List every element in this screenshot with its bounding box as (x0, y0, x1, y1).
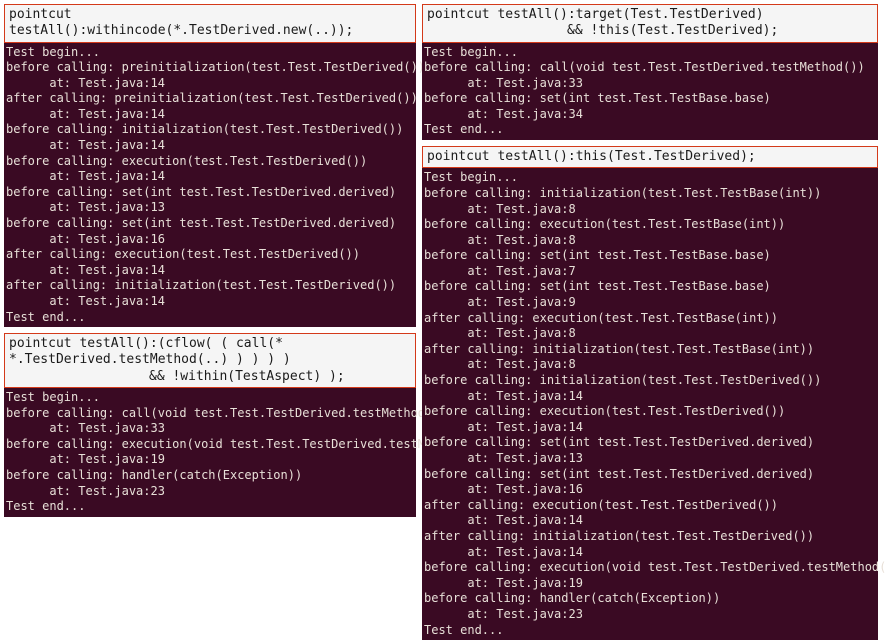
console-line: Test end... (424, 122, 876, 138)
console-line: at: Test.java:8 (424, 202, 876, 218)
header-line: && !this(Test.TestDerived); (427, 23, 873, 39)
console-output: Test begin...before calling: call(void t… (4, 388, 416, 517)
console-line: at: Test.java:34 (424, 107, 876, 123)
header-line: pointcut testAll():withincode(*.TestDeri… (9, 7, 411, 40)
console-line: before calling: set(int test.Test.TestDe… (424, 435, 876, 451)
console-line: at: Test.java:14 (6, 76, 414, 92)
console-line: at: Test.java:19 (424, 576, 876, 592)
console-line: after calling: execution(test.Test.TestD… (6, 247, 414, 263)
console-line: at: Test.java:13 (424, 451, 876, 467)
console-line: before calling: execution(test.Test.Test… (424, 217, 876, 233)
console-line: at: Test.java:14 (424, 545, 876, 561)
console-line: Test end... (6, 310, 414, 326)
console-line: before calling: preinitialization(test.T… (6, 60, 414, 76)
console-line: at: Test.java:14 (6, 169, 414, 185)
console-line: before calling: set(int test.Test.TestDe… (6, 216, 414, 232)
console-line: Test begin... (6, 390, 414, 406)
console-line: at: Test.java:14 (424, 389, 876, 405)
console-line: at: Test.java:19 (6, 452, 414, 468)
console-line: at: Test.java:16 (424, 482, 876, 498)
console-line: after calling: execution(test.Test.TestB… (424, 311, 876, 327)
console-line: at: Test.java:23 (6, 484, 414, 500)
console-line: after calling: preinitialization(test.Te… (6, 91, 414, 107)
console-line: Test end... (424, 623, 876, 639)
panel-cflow: pointcut testAll():(cflow( ( call(* *.Te… (4, 333, 416, 517)
console-line: before calling: handler(catch(Exception)… (6, 468, 414, 484)
pointcut-header: pointcut testAll():target(Test.TestDeriv… (422, 4, 878, 43)
console-line: before calling: execution(test.Test.Test… (424, 404, 876, 420)
console-line: before calling: initialization(test.Test… (424, 373, 876, 389)
console-line: at: Test.java:14 (424, 513, 876, 529)
header-line: pointcut testAll():target(Test.TestDeriv… (427, 7, 873, 23)
console-line: at: Test.java:7 (424, 264, 876, 280)
console-output: Test begin...before calling: call(void t… (422, 43, 878, 141)
panel-withincode: pointcut testAll():withincode(*.TestDeri… (4, 4, 416, 327)
console-line: at: Test.java:13 (6, 200, 414, 216)
console-line: at: Test.java:14 (6, 138, 414, 154)
console-line: before calling: set(int test.Test.TestBa… (424, 279, 876, 295)
console-line: at: Test.java:9 (424, 295, 876, 311)
console-line: before calling: execution(void test.Test… (6, 437, 414, 453)
console-line: Test begin... (424, 45, 876, 61)
console-line: after calling: initialization(test.Test.… (6, 278, 414, 294)
console-line: before calling: set(int test.Test.TestDe… (6, 185, 414, 201)
pointcut-header: pointcut testAll():this(Test.TestDerived… (422, 146, 878, 168)
console-line: at: Test.java:14 (6, 107, 414, 123)
console-line: before calling: call(void test.Test.Test… (424, 60, 876, 76)
header-line: && !within(TestAspect) ); (9, 369, 411, 385)
console-line: at: Test.java:14 (424, 420, 876, 436)
console-line: before calling: set(int test.Test.TestBa… (424, 248, 876, 264)
console-line: before calling: execution(test.Test.Test… (6, 154, 414, 170)
console-line: at: Test.java:8 (424, 326, 876, 342)
panel-target: pointcut testAll():target(Test.TestDeriv… (422, 4, 878, 140)
console-line: before calling: set(int test.Test.TestDe… (424, 467, 876, 483)
console-line: at: Test.java:14 (6, 294, 414, 310)
console-line: Test end... (6, 499, 414, 515)
header-line: pointcut testAll():this(Test.TestDerived… (427, 149, 873, 165)
console-line: before calling: initialization(test.Test… (424, 186, 876, 202)
pointcut-header: pointcut testAll():(cflow( ( call(* *.Te… (4, 333, 416, 388)
console-line: at: Test.java:33 (424, 76, 876, 92)
console-line: before calling: execution(void test.Test… (424, 560, 876, 576)
console-line: at: Test.java:16 (6, 232, 414, 248)
console-line: Test begin... (6, 45, 414, 61)
header-line: pointcut testAll():(cflow( ( call(* *.Te… (9, 336, 411, 369)
console-line: at: Test.java:23 (424, 607, 876, 623)
console-line: at: Test.java:8 (424, 233, 876, 249)
console-line: before calling: set(int test.Test.TestBa… (424, 91, 876, 107)
console-line: after calling: initialization(test.Test.… (424, 342, 876, 358)
console-line: after calling: initialization(test.Test.… (424, 529, 876, 545)
console-line: after calling: execution(test.Test.TestD… (424, 498, 876, 514)
console-line: at: Test.java:33 (6, 421, 414, 437)
console-line: Test begin... (424, 170, 876, 186)
console-line: at: Test.java:8 (424, 357, 876, 373)
console-output: Test begin...before calling: preinitiali… (4, 43, 416, 328)
console-line: before calling: initialization(test.Test… (6, 122, 414, 138)
console-output: Test begin...before calling: initializat… (422, 168, 878, 640)
console-line: before calling: call(void test.Test.Test… (6, 406, 414, 422)
console-line: before calling: handler(catch(Exception)… (424, 591, 876, 607)
panel-this: pointcut testAll():this(Test.TestDerived… (422, 146, 878, 640)
pointcut-header: pointcut testAll():withincode(*.TestDeri… (4, 4, 416, 43)
console-line: at: Test.java:14 (6, 263, 414, 279)
